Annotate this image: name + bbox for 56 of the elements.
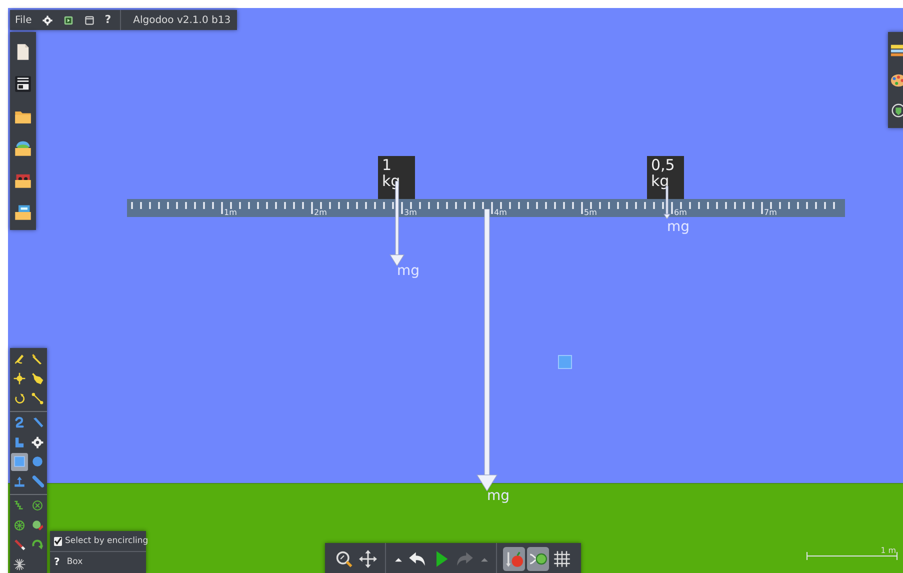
tracer-icon (31, 518, 44, 532)
help-mark[interactable]: ? (54, 555, 60, 570)
redo-icon (456, 550, 474, 568)
burst-icon (13, 558, 26, 570)
file-menu[interactable]: File (10, 10, 37, 30)
curved-arrow-icon (31, 538, 44, 551)
ruler-label: 7m (764, 208, 777, 217)
spring-icon (13, 499, 26, 512)
mass-block[interactable]: 0,5 kg (647, 156, 684, 199)
ruler-label: 5m (584, 208, 597, 217)
ruler-label: 1m (224, 208, 237, 217)
grid-icon (553, 550, 571, 568)
scale-label: 1 m (880, 545, 896, 557)
tool-name: Box (66, 556, 83, 569)
window-icon[interactable] (84, 14, 95, 26)
tool-button[interactable] (11, 452, 28, 470)
fixate-icon (31, 499, 44, 512)
gear-icon[interactable] (42, 14, 53, 26)
palette-icon[interactable] (890, 72, 903, 90)
force-label: mg (487, 489, 510, 503)
circle-icon (31, 455, 44, 468)
force-label: mg (667, 220, 690, 234)
force-label: mg (397, 264, 420, 278)
brush-icon (31, 416, 44, 429)
ruler-label: 6m (674, 208, 687, 217)
move-icon (359, 550, 377, 568)
toolbar-button[interactable] (527, 547, 549, 571)
visualize-icon[interactable] (890, 102, 903, 120)
pill-icon (31, 474, 44, 488)
checkbox-label: Select by encircling (65, 534, 148, 548)
version-label: Algodoo v2.1.0 b13 (132, 14, 232, 28)
l-shape-icon (13, 436, 26, 448)
folder-icon[interactable] (14, 202, 32, 221)
squiggle-icon (13, 416, 26, 429)
ruler-label: 4m (494, 208, 507, 217)
undo-icon (408, 550, 426, 568)
checkbox[interactable] (54, 536, 62, 546)
rotate-icon (13, 392, 26, 404)
scale-icon (31, 392, 44, 404)
knife-icon (31, 352, 44, 366)
plane-icon (13, 474, 26, 488)
square-icon (13, 455, 26, 468)
wheel-icon (13, 518, 26, 532)
pen-icon (13, 352, 26, 366)
laser-icon (13, 538, 26, 551)
help-menu[interactable]: ? (100, 10, 122, 30)
ruler-label: 3m (404, 208, 417, 217)
zoom-icon (335, 550, 353, 568)
folder-icon[interactable] (14, 138, 32, 157)
ruler[interactable] (127, 199, 845, 217)
play-window-icon[interactable] (62, 14, 74, 26)
apple-icon (505, 550, 523, 568)
move-icon (13, 372, 26, 385)
save-icon[interactable] (14, 74, 32, 93)
ruler-label: 2m (314, 208, 327, 217)
gear-icon (31, 436, 44, 448)
